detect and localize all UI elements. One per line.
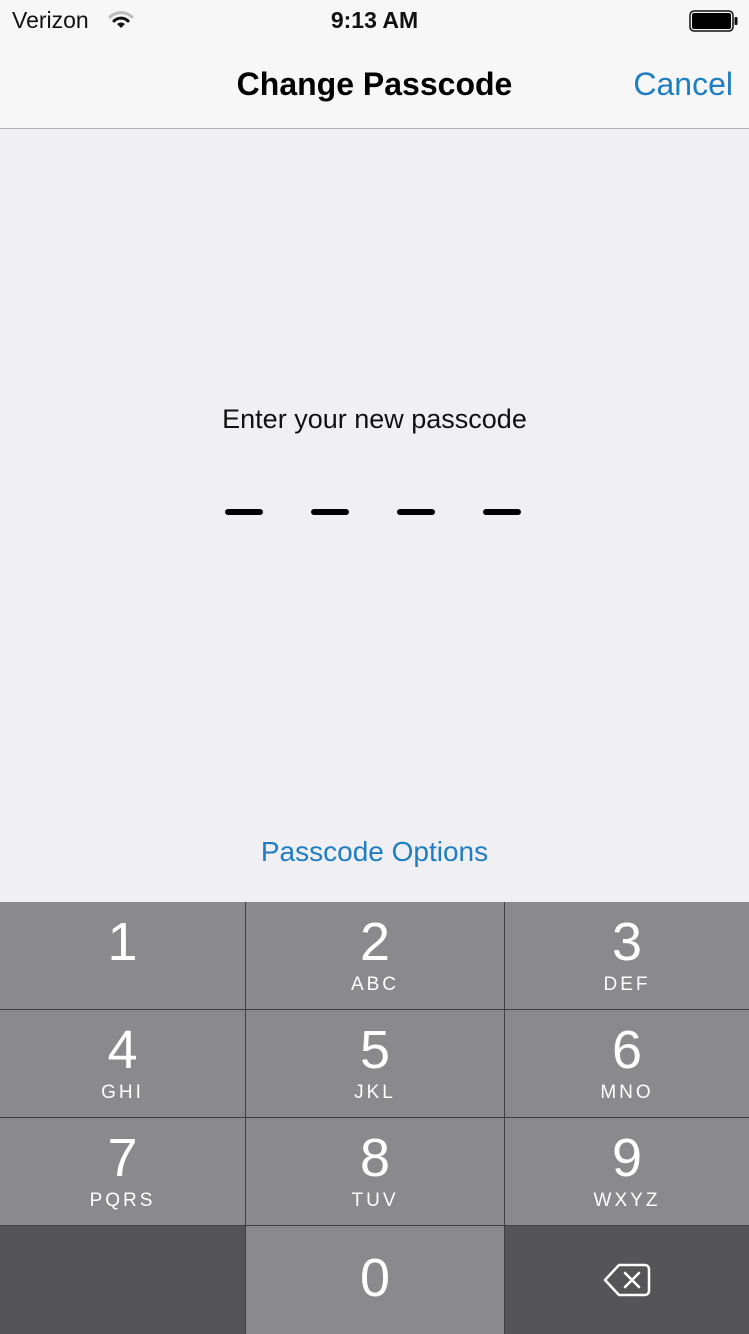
- key-letters: ABC: [350, 974, 400, 995]
- key-1[interactable]: 1: [0, 902, 245, 1009]
- clock: 9:13 AM: [330, 7, 419, 33]
- key-9[interactable]: 9 WXYZ: [505, 1118, 749, 1225]
- key-letters: PQRS: [89, 1190, 156, 1211]
- passcode-digit-slot: [483, 509, 521, 515]
- key-digit: 9: [611, 1128, 643, 1188]
- numeric-keypad: 1 2 ABC 3 DEF 4 GHI 5 JKL 6 MNO 7 PQRS 8…: [0, 902, 749, 1334]
- key-7[interactable]: 7 PQRS: [0, 1118, 245, 1225]
- key-letters: MNO: [600, 1082, 654, 1103]
- battery-full-icon: [689, 10, 738, 32]
- key-digit: 2: [359, 912, 391, 972]
- key-letters: TUV: [351, 1190, 399, 1211]
- key-2[interactable]: 2 ABC: [246, 902, 504, 1009]
- key-3[interactable]: 3 DEF: [505, 902, 749, 1009]
- key-digit: 6: [611, 1020, 643, 1080]
- passcode-digit-slot: [311, 509, 349, 515]
- key-8[interactable]: 8 TUV: [246, 1118, 504, 1225]
- key-digit: 4: [107, 1020, 138, 1080]
- key-digit: 5: [359, 1020, 391, 1080]
- passcode-prompt: Enter your new passcode: [222, 404, 527, 434]
- key-4[interactable]: 4 GHI: [0, 1010, 245, 1117]
- status-bar: Verizon 9:13 AM: [0, 0, 749, 40]
- key-digit: 3: [611, 912, 643, 972]
- key-0[interactable]: 0: [246, 1226, 504, 1334]
- backspace-icon: [603, 1263, 651, 1297]
- key-letters: GHI: [101, 1082, 144, 1103]
- passcode-digit-slot: [397, 509, 435, 515]
- key-6[interactable]: 6 MNO: [505, 1010, 749, 1117]
- key-digit: 7: [107, 1128, 138, 1188]
- key-letters: DEF: [603, 974, 651, 995]
- key-digit: 1: [107, 912, 138, 972]
- key-letters: JKL: [354, 1082, 396, 1103]
- passcode-entry-field: [225, 509, 525, 515]
- key-5[interactable]: 5 JKL: [246, 1010, 504, 1117]
- passcode-options-button[interactable]: Passcode Options: [0, 836, 749, 868]
- key-digit: 8: [359, 1128, 391, 1188]
- passcode-digit-slot: [225, 509, 263, 515]
- delete-button[interactable]: [505, 1226, 749, 1334]
- empty-key: [0, 1226, 245, 1334]
- cancel-button[interactable]: Cancel: [633, 66, 733, 103]
- navigation-bar: Change Passcode Cancel: [0, 40, 749, 129]
- key-letters: WXYZ: [593, 1190, 661, 1211]
- key-digit: 0: [359, 1248, 391, 1308]
